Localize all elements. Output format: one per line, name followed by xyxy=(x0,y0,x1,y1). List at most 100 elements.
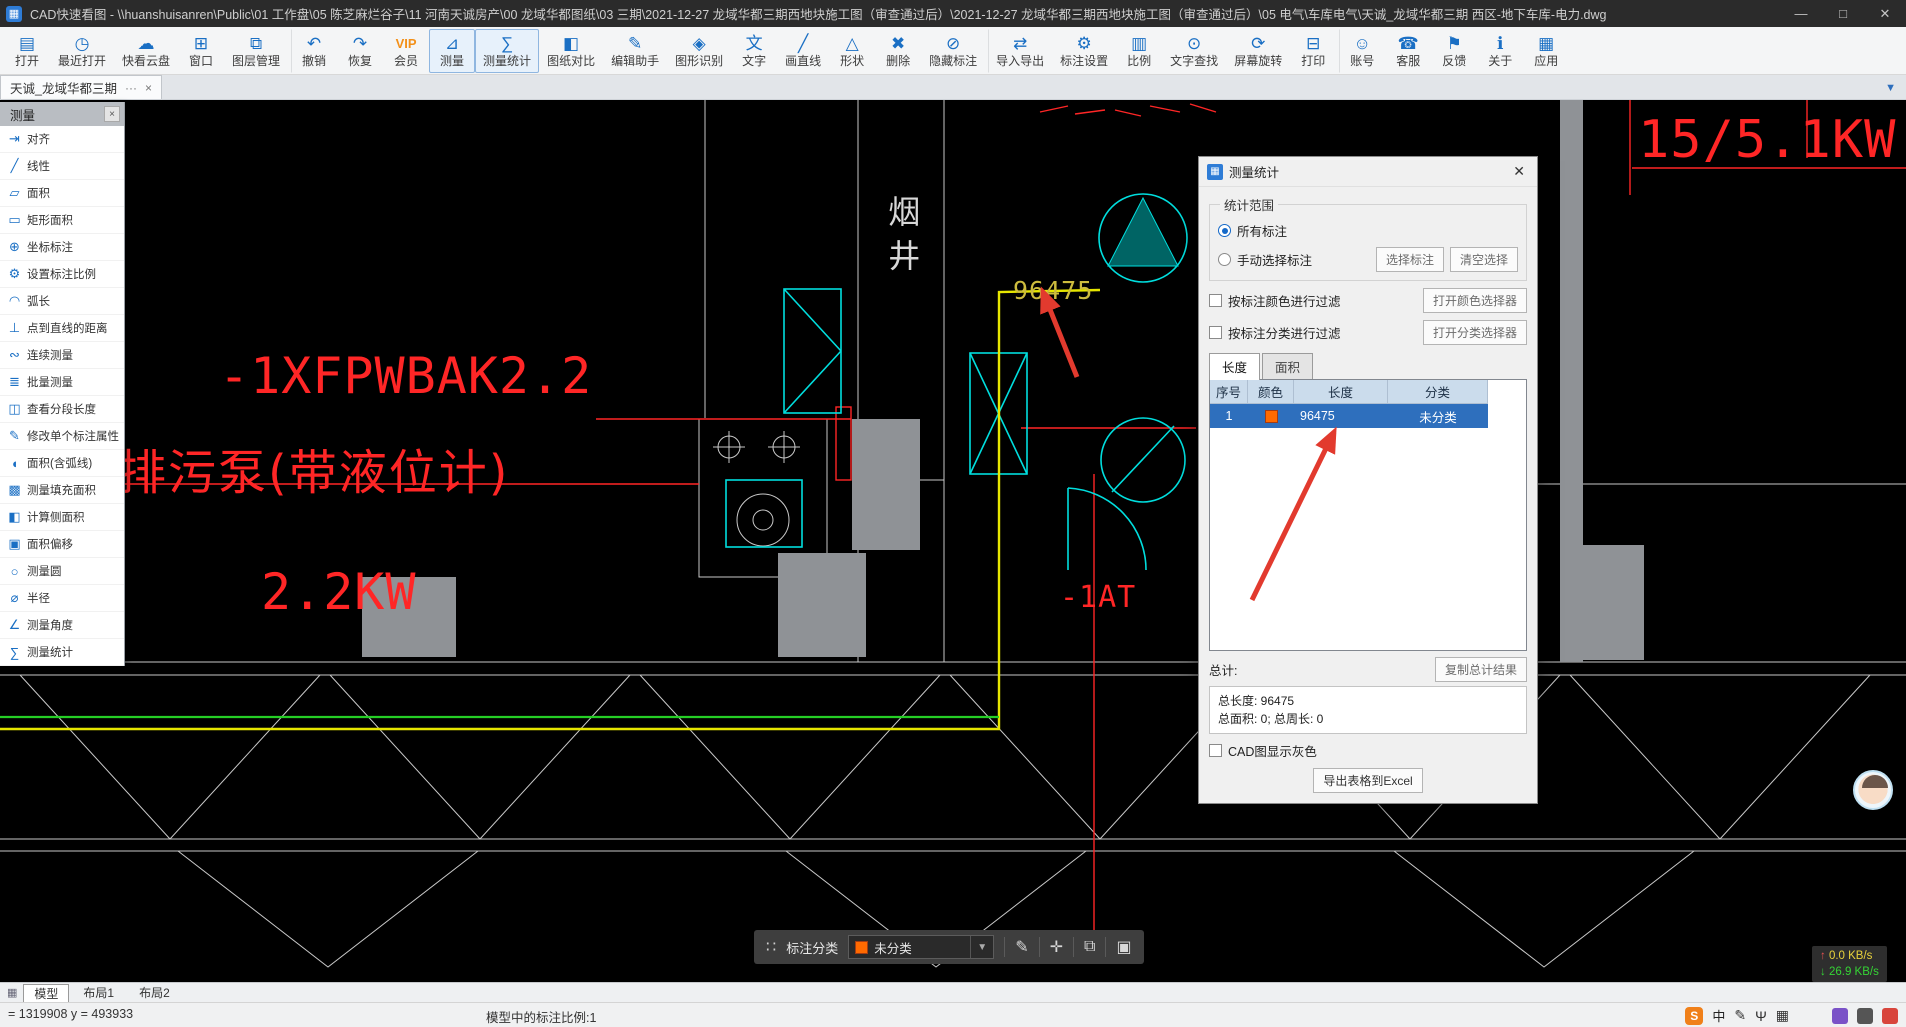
import-export-button[interactable]: ⇄ 导入导出 xyxy=(988,28,1052,73)
layer-manager-button[interactable]: ⧉ 图层管理 xyxy=(224,29,288,73)
feedback-button[interactable]: ⚑ 反馈 xyxy=(1431,29,1477,73)
window-button[interactable]: ⊞ 窗口 xyxy=(178,29,224,73)
measure-stats-button[interactable]: ∑ 测量统计 xyxy=(475,28,540,73)
redo-button[interactable]: ↷ 恢复 xyxy=(337,29,383,73)
sidebar-item-continuous-measure[interactable]: ∾ 连续测量 xyxy=(0,342,124,369)
customer-service-button[interactable]: ☎ 客服 xyxy=(1385,29,1431,73)
cloud-drive-button[interactable]: ☁ 快看云盘 xyxy=(114,29,178,73)
app-logo-icon: ▦ xyxy=(6,5,22,22)
tray-badge-icon[interactable] xyxy=(1882,1007,1898,1024)
perpendicular-icon: ⊥ xyxy=(8,320,21,335)
open-button[interactable]: ▤ 打开 xyxy=(4,29,50,73)
vip-member-button[interactable]: VIP 会员 xyxy=(383,29,429,73)
hide-annotations-button[interactable]: ⊘ 隐藏标注 xyxy=(921,29,985,73)
stats-range-group: 统计范围 所有标注 手动选择标注 选择标注 清空选择 xyxy=(1209,195,1527,281)
tab-layout1[interactable]: 布局1 xyxy=(72,984,125,1002)
filter-by-category-checkbox[interactable] xyxy=(1209,326,1222,339)
text-button[interactable]: 文 文字 xyxy=(731,29,777,73)
annotation-settings-button[interactable]: ⚙ 标注设置 xyxy=(1052,29,1116,73)
select-annotations-button[interactable]: 选择标注 xyxy=(1375,247,1444,272)
tab-length[interactable]: 长度 xyxy=(1209,353,1261,380)
sidebar-item-arc-length[interactable]: ◠ 弧长 xyxy=(0,288,124,315)
user-icon: ☺ xyxy=(1353,33,1371,53)
shape-recognition-button[interactable]: ◈ 图形识别 xyxy=(667,29,731,73)
sidebar-item-area-offset[interactable]: ▣ 面积偏移 xyxy=(0,531,124,558)
move-annotation-icon[interactable]: ✛ xyxy=(1050,937,1063,957)
sidebar-item-radius[interactable]: ⌀ 半径 xyxy=(0,585,124,612)
sidebar-item-rect-area[interactable]: ▭ 矩形面积 xyxy=(0,207,124,234)
panel-close-button[interactable]: × xyxy=(104,106,120,122)
text-search-button[interactable]: ⊙ 文字查找 xyxy=(1162,29,1226,73)
pen-icon[interactable]: ✎ xyxy=(1734,1007,1746,1024)
sidebar-item-linear[interactable]: ╱ 线性 xyxy=(0,153,124,180)
clear-selection-button[interactable]: 清空选择 xyxy=(1449,247,1518,272)
sidebar-item-align[interactable]: ⇥ 对齐 xyxy=(0,126,124,153)
measure-button[interactable]: ⊿ 测量 xyxy=(429,28,476,73)
radio-manual-select[interactable] xyxy=(1218,253,1231,266)
tray-grid-icon[interactable] xyxy=(1857,1007,1873,1024)
apps-button[interactable]: ▦ 应用 xyxy=(1523,29,1569,73)
recent-open-button[interactable]: ◷ 最近打开 xyxy=(50,29,114,73)
sidebar-item-point-line-distance[interactable]: ⊥ 点到直线的距离 xyxy=(0,315,124,342)
document-tab[interactable]: 天诚_龙域华都三期 ··· × xyxy=(0,75,162,99)
copy-annotation-icon[interactable]: ⧉ xyxy=(1084,938,1095,956)
sidebar-item-fill-area[interactable]: ▩ 测量填充面积 xyxy=(0,477,124,504)
account-button[interactable]: ☺ 账号 xyxy=(1339,28,1385,73)
shapes-icon: △ xyxy=(845,33,859,53)
export-excel-button[interactable]: 导出表格到Excel xyxy=(1313,768,1423,793)
edit-assistant-icon: ✎ xyxy=(627,33,643,53)
sidebar-item-side-area[interactable]: ◧ 计算侧面积 xyxy=(0,504,124,531)
delete-icon: ✖ xyxy=(891,33,906,53)
sidebar-item-edit-annotation[interactable]: ✎ 修改单个标注属性 xyxy=(0,423,124,450)
sidebar-item-measure-circle[interactable]: ○ 测量圆 xyxy=(0,558,124,585)
sidebar-item-area-with-arc[interactable]: ◖ 面积(含弧线) xyxy=(0,450,124,477)
assistant-avatar[interactable] xyxy=(1853,770,1893,810)
sidebar-item-coordinate[interactable]: ⊕ 坐标标注 xyxy=(0,234,124,261)
totals-summary: 总长度: 96475 总面积: 0; 总周长: 0 xyxy=(1209,686,1527,734)
tab-more-icon[interactable]: ··· xyxy=(125,81,137,95)
edit-annotation-icon[interactable]: ✎ xyxy=(1015,937,1028,957)
tab-close-icon[interactable]: × xyxy=(145,81,152,95)
copy-total-button[interactable]: 复制总计结果 xyxy=(1434,657,1527,682)
category-dropdown[interactable]: 未分类 ▼ xyxy=(848,935,995,959)
microphone-icon[interactable]: Ψ xyxy=(1755,1008,1767,1024)
radio-all-annotations[interactable] xyxy=(1218,224,1231,237)
scale-button[interactable]: ▥ 比例 xyxy=(1116,29,1162,73)
cad-canvas[interactable]: -1XFPWBAK2.2 排污泵(带液位计) 2.2KW 96475 烟井 15… xyxy=(0,100,1906,982)
table-row[interactable]: 1 96475 未分类 xyxy=(1210,404,1488,428)
sidebar-item-measure-angle[interactable]: ∠ 测量角度 xyxy=(0,612,124,639)
undo-button[interactable]: ↶ 撤销 xyxy=(291,28,337,73)
maximize-button[interactable]: □ xyxy=(1822,0,1864,27)
tab-model[interactable]: 模型 xyxy=(23,983,70,1002)
toolbar-collapse-icon[interactable]: ▼ xyxy=(1875,82,1906,99)
sogou-input-icon[interactable]: S xyxy=(1685,1006,1704,1025)
open-color-picker-button[interactable]: 打开颜色选择器 xyxy=(1422,288,1527,313)
sidebar-item-annotation-scale[interactable]: ⚙ 设置标注比例 xyxy=(0,261,124,288)
tab-layout2[interactable]: 布局2 xyxy=(128,984,181,1002)
draw-line-button[interactable]: ╱ 画直线 xyxy=(777,29,829,73)
input-language-indicator[interactable]: 中 xyxy=(1712,1006,1725,1025)
close-button[interactable]: ✕ xyxy=(1864,0,1906,27)
sidebar-item-segment-length[interactable]: ◫ 查看分段长度 xyxy=(0,396,124,423)
about-button[interactable]: ℹ 关于 xyxy=(1477,29,1523,73)
print-button[interactable]: ⊟ 打印 xyxy=(1290,29,1336,73)
cad-gray-checkbox[interactable] xyxy=(1209,744,1222,757)
dialog-close-icon[interactable]: ✕ xyxy=(1509,163,1529,180)
minimize-button[interactable]: — xyxy=(1780,0,1822,27)
delete-button[interactable]: ✖ 删除 xyxy=(875,29,921,73)
tab-area[interactable]: 面积 xyxy=(1262,353,1314,379)
tray-color-icon[interactable] xyxy=(1832,1007,1848,1024)
edit-assistant-button[interactable]: ✎ 编辑助手 xyxy=(603,29,667,73)
sidebar-item-measure-stats[interactable]: ∑ 测量统计 xyxy=(0,639,124,666)
drawing-compare-button[interactable]: ◧ 图纸对比 xyxy=(539,29,603,73)
shapes-button[interactable]: △ 形状 xyxy=(829,29,875,73)
undo-icon: ↶ xyxy=(306,33,322,53)
keyboard-icon[interactable]: ▦ xyxy=(1776,1007,1789,1024)
open-category-picker-button[interactable]: 打开分类选择器 xyxy=(1422,320,1527,345)
screen-rotate-button[interactable]: ⟳ 屏幕旋转 xyxy=(1226,29,1290,73)
sidebar-item-area[interactable]: ▱ 面积 xyxy=(0,180,124,207)
cad-label-device: -1XFPWBAK2.2 xyxy=(219,347,593,405)
sidebar-item-batch-measure[interactable]: ≣ 批量测量 xyxy=(0,369,124,396)
paste-annotation-icon[interactable]: ▣ xyxy=(1116,937,1131,957)
filter-by-color-checkbox[interactable] xyxy=(1209,294,1222,307)
